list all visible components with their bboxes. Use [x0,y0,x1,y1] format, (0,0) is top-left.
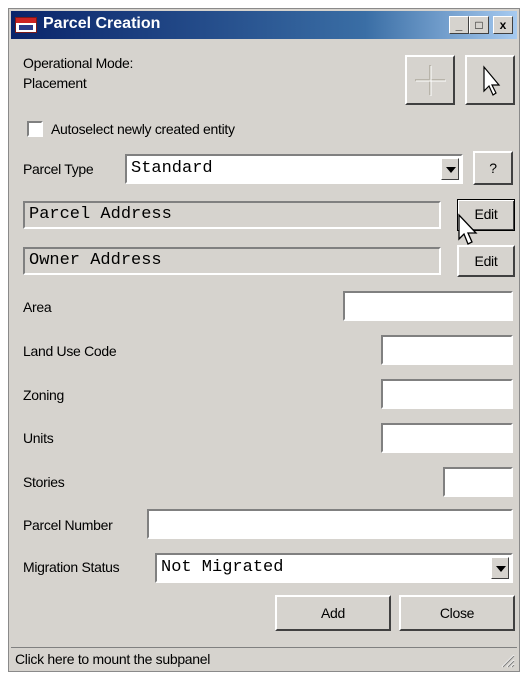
operational-mode-value: Placement [23,75,87,91]
operational-mode-label: Operational Mode: [23,55,134,71]
stories-label: Stories [23,474,65,490]
autoselect-checkbox[interactable] [27,121,43,137]
help-button[interactable]: ? [473,151,513,185]
minimize-button[interactable]: _ [449,16,469,34]
units-input[interactable] [381,423,513,453]
window-title: Parcel Creation [43,15,161,32]
edit-owner-address-button[interactable]: Edit [457,245,515,277]
parcel-address-field: Parcel Address [23,201,441,229]
app-icon [15,17,37,33]
zoning-label: Zoning [23,387,65,403]
status-text: Click here to mount the subpanel [15,651,211,667]
area-label: Area [23,299,52,315]
land-use-code-input[interactable] [381,335,513,365]
parcel-type-value: Standard [131,159,213,178]
stories-input[interactable] [443,467,513,497]
migration-status-label: Migration Status [23,559,120,575]
crosshair-icon [415,65,446,96]
mouse-cursor-icon [458,213,478,245]
area-input[interactable] [343,291,513,321]
maximize-button[interactable]: □ [469,16,489,34]
land-use-code-label: Land Use Code [23,343,117,359]
dropdown-arrow-icon[interactable] [441,158,459,180]
migration-status-select[interactable]: Not Migrated [155,553,513,583]
autoselect-label: Autoselect newly created entity [51,121,235,137]
title-bar[interactable]: Parcel Creation _ □ x [11,11,517,39]
owner-address-field: Owner Address [23,247,441,275]
parcel-number-input[interactable] [147,509,513,539]
parcel-number-label: Parcel Number [23,517,113,533]
resize-grip-icon[interactable] [499,652,515,668]
close-window-button[interactable]: x [493,16,513,34]
zoning-input[interactable] [381,379,513,409]
parcel-creation-window: Parcel Creation _ □ x Operational Mode: … [8,8,520,672]
status-bar[interactable]: Click here to mount the subpanel [11,647,517,670]
select-mode-button[interactable] [465,55,515,105]
parcel-type-select[interactable]: Standard [125,154,463,184]
close-button[interactable]: Close [399,595,515,631]
add-button[interactable]: Add [275,595,391,631]
pointer-arrow-icon [483,65,501,96]
migration-status-value: Not Migrated [161,558,284,577]
dropdown-arrow-icon[interactable] [491,557,509,579]
units-label: Units [23,430,54,446]
placement-mode-button[interactable] [405,55,455,105]
parcel-type-label: Parcel Type [23,161,94,177]
